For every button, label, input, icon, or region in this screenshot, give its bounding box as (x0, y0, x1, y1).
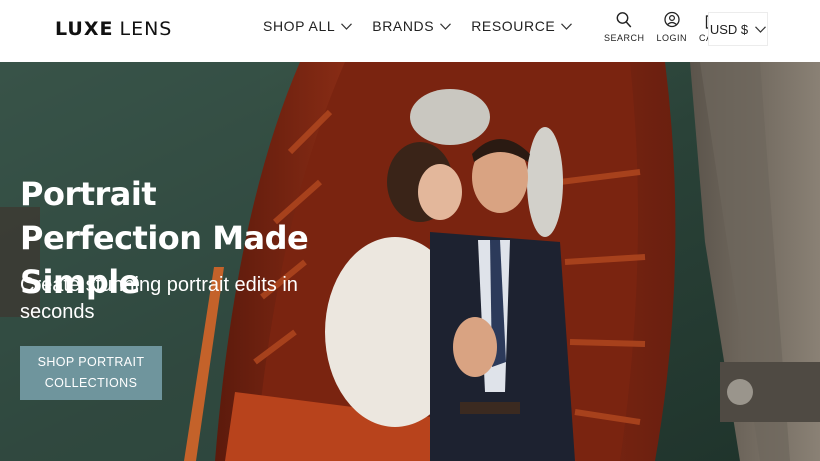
login-label: LOGIN (656, 33, 688, 43)
shop-portrait-collections-button[interactable]: SHOP PORTRAIT COLLECTIONS (20, 346, 162, 400)
currency-value: USD $ (709, 21, 749, 37)
hero-banner: Portrait Perfection Made Simple Create s… (0, 62, 820, 461)
nav-label: BRANDS (372, 18, 435, 34)
hero-subtitle: Create stunning portrait edits in second… (20, 274, 298, 323)
main-nav: SHOP ALL BRANDS RESOURCE (263, 18, 592, 34)
site-header: LUXE LENS SHOP ALL BRANDS RESOURCE SEARC… (0, 0, 820, 62)
nav-item-resource[interactable]: RESOURCE (471, 18, 573, 34)
user-icon (664, 11, 680, 28)
currency-selector[interactable]: USD $ (708, 12, 768, 46)
nav-label: SHOP ALL (263, 18, 336, 34)
logo-text-bold: LUXE (55, 18, 114, 40)
brand-logo[interactable]: LUXE LENS (55, 17, 172, 41)
search-label: SEARCH (604, 33, 645, 43)
search-button[interactable]: SEARCH (604, 11, 645, 43)
chevron-down-icon (561, 22, 573, 30)
search-icon (616, 12, 632, 28)
nav-item-brands[interactable]: BRANDS (372, 18, 452, 34)
chevron-down-icon (440, 22, 452, 30)
chevron-down-icon (341, 22, 353, 30)
login-button[interactable]: LOGIN (657, 11, 688, 43)
nav-label: RESOURCE (471, 18, 556, 34)
chevron-down-icon (755, 25, 767, 33)
logo-text-light: LENS (119, 18, 173, 40)
nav-item-shop-all[interactable]: SHOP ALL (263, 18, 353, 34)
